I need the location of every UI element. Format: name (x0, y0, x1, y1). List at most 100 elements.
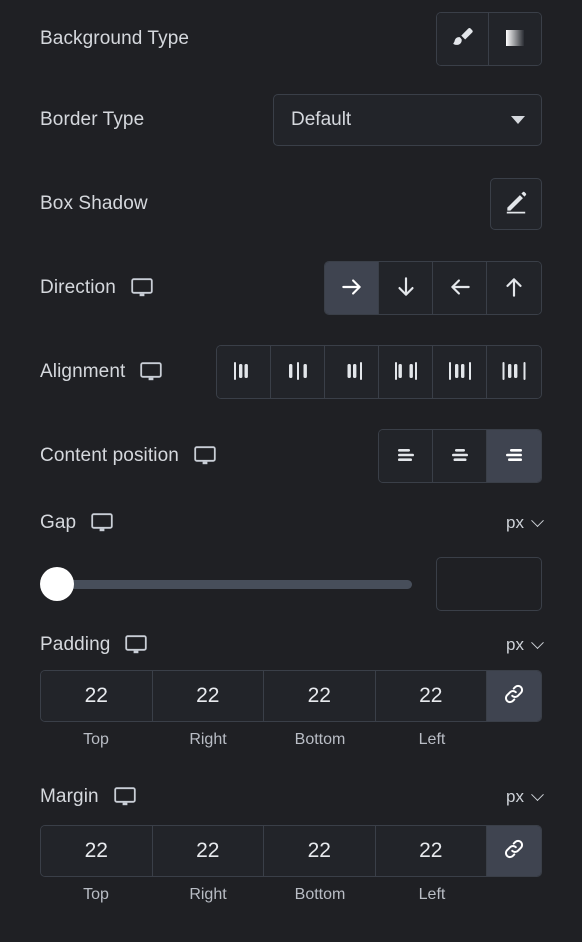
pencil-edit-icon (503, 189, 529, 220)
justify-space-around-icon (445, 358, 475, 387)
padding-right-cell (152, 671, 264, 721)
margin-link-values-button[interactable] (487, 826, 541, 876)
padding-field-labels: Top Right Bottom Left (40, 731, 542, 749)
margin-label: Margin (40, 786, 99, 807)
margin-top-cell (41, 826, 153, 876)
desktop-monitor-icon[interactable] (90, 512, 114, 534)
padding-control: Top Right Bottom Left (0, 670, 582, 749)
align-left-icon (392, 443, 420, 470)
alignment-flex-start-button[interactable] (217, 346, 271, 398)
padding-link-values-button[interactable] (487, 671, 541, 721)
border-type-value: Default (291, 109, 352, 130)
box-shadow-edit-button[interactable] (490, 178, 542, 230)
margin-bottom-input[interactable] (264, 826, 375, 876)
alignment-center-button[interactable] (271, 346, 325, 398)
row-border-type: Border Type Default (0, 78, 582, 162)
gap-label: Gap (40, 512, 77, 533)
margin-field-labels: Top Right Bottom Left (40, 886, 542, 904)
desktop-monitor-icon[interactable] (193, 445, 217, 467)
justify-space-between-icon (391, 358, 421, 387)
desktop-monitor-icon[interactable] (139, 361, 163, 383)
arrow-right-icon (339, 274, 365, 303)
margin-right-cell (152, 826, 264, 876)
padding-right-input[interactable] (152, 671, 263, 721)
widget-settings-panel: Background Type Border Type Default Box … (0, 0, 582, 942)
box-shadow-label: Box Shadow (40, 193, 148, 214)
gap-slider[interactable] (40, 567, 412, 601)
padding-label: Padding (40, 634, 111, 655)
link-chain-icon (502, 682, 526, 711)
margin-unit-selector[interactable]: px (506, 787, 544, 807)
direction-row-button[interactable] (325, 262, 379, 314)
padding-bottom-cell (264, 671, 376, 721)
content-position-center-button[interactable] (433, 430, 487, 482)
row-padding-header: Padding px (0, 620, 582, 670)
padding-fields (40, 670, 542, 722)
content-position-start-button[interactable] (379, 430, 433, 482)
row-content-position: Content position (0, 414, 582, 498)
justify-center-icon (283, 358, 313, 387)
direction-button-group (324, 261, 542, 315)
border-type-label: Border Type (40, 109, 145, 130)
direction-column-reverse-button[interactable] (487, 262, 541, 314)
margin-control: Top Right Bottom Left (0, 825, 582, 904)
row-alignment: Alignment (0, 330, 582, 414)
gap-slider-handle[interactable] (40, 567, 74, 601)
padding-unit-value: px (506, 635, 524, 654)
desktop-monitor-icon[interactable] (124, 634, 148, 656)
chevron-down-icon (531, 787, 544, 801)
alignment-flex-end-button[interactable] (325, 346, 379, 398)
gap-slider-track[interactable] (54, 579, 412, 589)
padding-bottom-input[interactable] (264, 671, 375, 721)
alignment-label: Alignment (40, 361, 126, 382)
padding-label-spacer (488, 731, 542, 749)
paint-brush-icon (450, 25, 476, 54)
justify-end-icon (337, 358, 367, 387)
arrow-down-icon (393, 274, 419, 303)
margin-right-label: Right (189, 886, 227, 903)
chevron-down-icon (531, 635, 544, 649)
margin-bottom-cell (264, 826, 376, 876)
chevron-down-icon (511, 116, 525, 124)
arrow-left-icon (447, 274, 473, 303)
background-type-gradient-button[interactable] (489, 13, 541, 65)
justify-start-icon (229, 358, 259, 387)
content-position-button-group (378, 429, 542, 483)
background-type-button-group (436, 12, 542, 66)
alignment-space-between-button[interactable] (379, 346, 433, 398)
margin-left-label: Left (418, 886, 446, 903)
chevron-down-icon (531, 513, 544, 527)
alignment-space-evenly-button[interactable] (487, 346, 541, 398)
margin-top-label: Top (83, 886, 109, 903)
padding-bottom-label: Bottom (294, 731, 346, 748)
direction-column-button[interactable] (379, 262, 433, 314)
margin-fields (40, 825, 542, 877)
gap-unit-selector[interactable]: px (506, 513, 544, 533)
margin-left-cell (375, 826, 487, 876)
gradient-swatch-icon (504, 27, 526, 52)
padding-top-input[interactable] (41, 671, 152, 721)
desktop-monitor-icon[interactable] (130, 277, 154, 299)
margin-left-input[interactable] (375, 826, 486, 876)
align-right-icon (500, 443, 528, 470)
padding-left-input[interactable] (375, 671, 486, 721)
gap-value-input[interactable] (436, 557, 542, 611)
alignment-button-group (216, 345, 542, 399)
arrow-up-icon (501, 274, 527, 303)
margin-label-spacer (488, 886, 542, 904)
desktop-monitor-icon[interactable] (113, 786, 137, 808)
row-margin-header: Margin px (0, 769, 582, 825)
content-position-end-button[interactable] (487, 430, 541, 482)
row-background-type: Background Type (0, 0, 582, 78)
margin-top-input[interactable] (41, 826, 152, 876)
margin-unit-value: px (506, 787, 524, 806)
padding-unit-selector[interactable]: px (506, 635, 544, 655)
padding-left-cell (375, 671, 487, 721)
direction-row-reverse-button[interactable] (433, 262, 487, 314)
padding-right-label: Right (189, 731, 227, 748)
border-type-select[interactable]: Default (273, 94, 542, 146)
alignment-space-around-button[interactable] (433, 346, 487, 398)
row-gap-slider (0, 548, 582, 620)
background-type-classic-button[interactable] (437, 13, 489, 65)
margin-right-input[interactable] (152, 826, 263, 876)
